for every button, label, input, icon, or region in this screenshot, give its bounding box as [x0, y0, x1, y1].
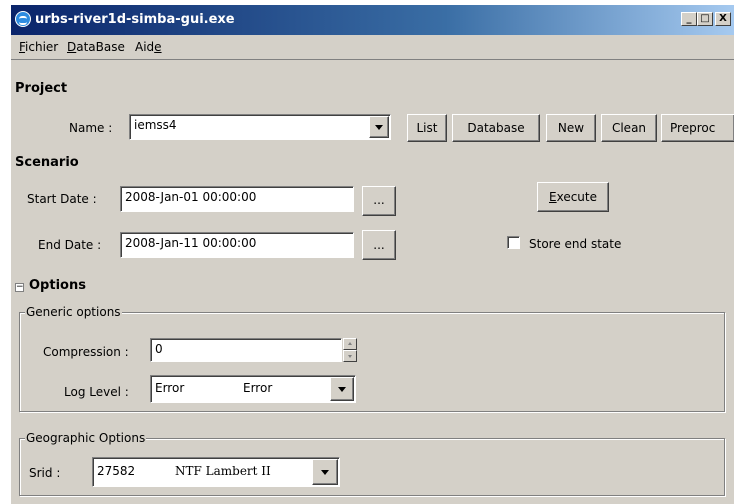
window-title: urbs-river1d-simba-gui.exe — [35, 12, 235, 27]
store-end-state-label[interactable]: Store end state — [529, 237, 621, 251]
end-date-input[interactable]: 2008-Jan-11 00:00:00 — [120, 232, 354, 258]
arrow-down-icon — [348, 355, 352, 358]
list-button[interactable]: List — [407, 114, 447, 142]
srid-combo[interactable]: 27582 NTF Lambert II — [92, 457, 340, 487]
maximize-button[interactable]: □ — [697, 12, 713, 26]
log-level-label: Log Level : — [64, 385, 129, 399]
chevron-down-icon — [375, 125, 383, 130]
log-level-dropdown-button[interactable] — [330, 377, 354, 401]
clean-button[interactable]: Clean — [601, 114, 657, 142]
log-level-display: Error — [243, 381, 273, 395]
project-heading: Project — [15, 81, 68, 96]
chevron-down-icon — [338, 387, 346, 392]
srid-code: 27582 — [97, 464, 136, 478]
app-window: urbs-river1d-simba-gui.exe _ □ X Fichier… — [10, 4, 734, 504]
chevron-down-icon — [321, 470, 329, 475]
menu-database[interactable]: DataBase — [67, 40, 125, 54]
compression-spinner[interactable] — [343, 338, 357, 362]
preproc-button[interactable]: Preproc — [661, 114, 734, 142]
spin-up-button[interactable] — [343, 338, 357, 350]
start-date-input[interactable]: 2008-Jan-01 00:00:00 — [120, 186, 354, 212]
geographic-options-legend: Geographic Options — [25, 431, 147, 445]
compression-input[interactable]: 0 — [150, 338, 342, 362]
execute-button[interactable]: Execute — [537, 182, 609, 212]
spin-down-button[interactable] — [343, 350, 357, 362]
options-heading: Options — [29, 278, 86, 293]
minimize-button[interactable]: _ — [681, 12, 697, 26]
title-bar[interactable]: urbs-river1d-simba-gui.exe _ □ X — [11, 5, 734, 35]
project-dropdown-button[interactable] — [369, 116, 389, 138]
menu-aide[interactable]: Aide — [135, 40, 162, 54]
end-date-label: End Date : — [38, 238, 102, 252]
generic-options-legend: Generic options — [25, 305, 122, 319]
close-button[interactable]: X — [715, 12, 731, 26]
project-name-combo[interactable]: iemss4 — [129, 114, 391, 140]
app-icon — [15, 11, 31, 27]
menu-bar: Fichier DataBase Aide — [11, 35, 734, 60]
store-end-state-checkbox[interactable] — [507, 236, 520, 249]
log-level-value: Error — [155, 381, 185, 395]
srid-name: NTF Lambert II — [175, 464, 271, 478]
srid-label: Srid : — [29, 466, 61, 480]
new-button[interactable]: New — [546, 114, 596, 142]
compression-label: Compression : — [43, 345, 129, 359]
start-date-browse-button[interactable]: ... — [362, 186, 396, 216]
name-label: Name : — [69, 121, 113, 135]
srid-dropdown-button[interactable] — [312, 459, 338, 485]
project-name-value: iemss4 — [134, 118, 177, 132]
menu-fichier[interactable]: Fichier — [19, 40, 58, 54]
end-date-browse-button[interactable]: ... — [362, 230, 396, 260]
log-level-combo[interactable]: Error Error — [150, 375, 356, 403]
scenario-heading: Scenario — [15, 155, 79, 170]
start-date-label: Start Date : — [27, 192, 97, 206]
database-button[interactable]: Database — [452, 114, 540, 142]
options-collapse-toggle[interactable]: − — [15, 283, 24, 292]
arrow-up-icon — [348, 342, 352, 345]
